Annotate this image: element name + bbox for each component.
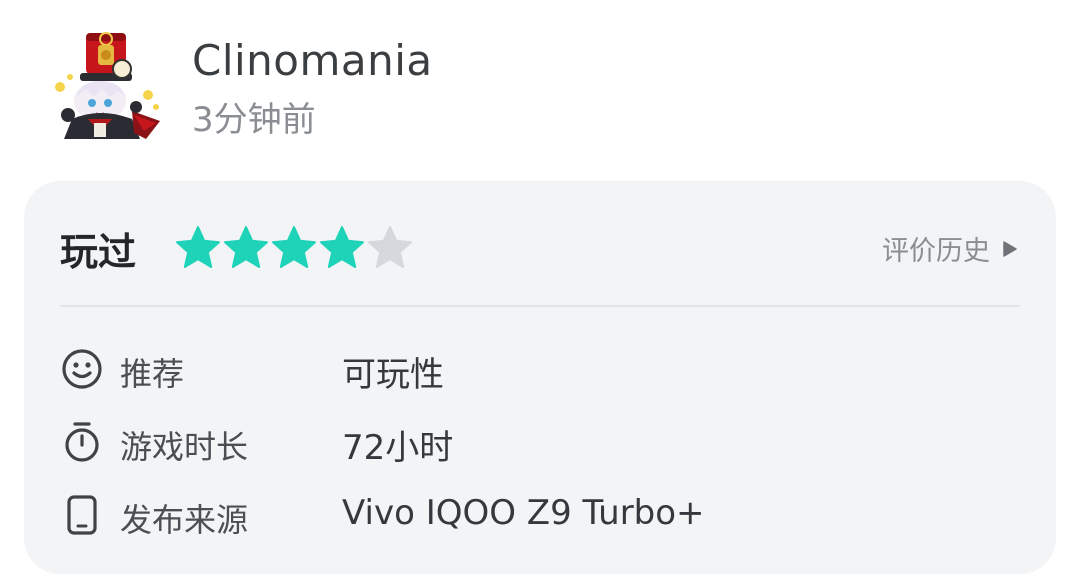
star-rating	[174, 225, 414, 269]
avatar-icon	[55, 32, 160, 139]
play-triangle-icon	[1003, 240, 1017, 257]
playtime-value: 72小时	[342, 428, 454, 468]
source-label: 发布来源	[120, 501, 249, 539]
review-header: Clinomania 3分钟前	[48, 22, 1032, 150]
avatar[interactable]	[48, 27, 163, 142]
star-filled-icon	[320, 226, 364, 268]
source-row: 发布来源 Vivo IQOO Z9 Turbo+	[60, 491, 1020, 539]
playtime-label: 游戏时长	[120, 428, 249, 466]
recommend-row: 推荐 可玩性	[60, 345, 1020, 395]
stopwatch-icon	[65, 422, 99, 462]
star-filled-icon	[272, 226, 316, 268]
source-value: Vivo IQOO Z9 Turbo+	[342, 493, 705, 533]
play-status-label: 玩过	[60, 230, 137, 274]
review-history-link[interactable]: 评价历史	[882, 229, 1018, 268]
star-filled-icon	[224, 226, 268, 268]
post-time: 3分钟前	[192, 100, 316, 140]
smile-icon	[62, 349, 102, 389]
phone-icon	[67, 495, 97, 535]
review-history-label: 评价历史	[882, 236, 990, 267]
review-card: 玩过 评价历史 推荐 可玩性 游戏时长 72小时 发布来源 Vivo IQOO …	[24, 181, 1056, 574]
star-filled-icon	[176, 226, 220, 268]
recommend-value: 可玩性	[342, 355, 444, 395]
star-empty-icon	[368, 226, 412, 268]
recommend-label: 推荐	[120, 355, 185, 393]
playtime-row: 游戏时长 72小时	[60, 418, 1020, 468]
user-name[interactable]: Clinomania	[192, 36, 433, 85]
divider	[60, 305, 1020, 307]
